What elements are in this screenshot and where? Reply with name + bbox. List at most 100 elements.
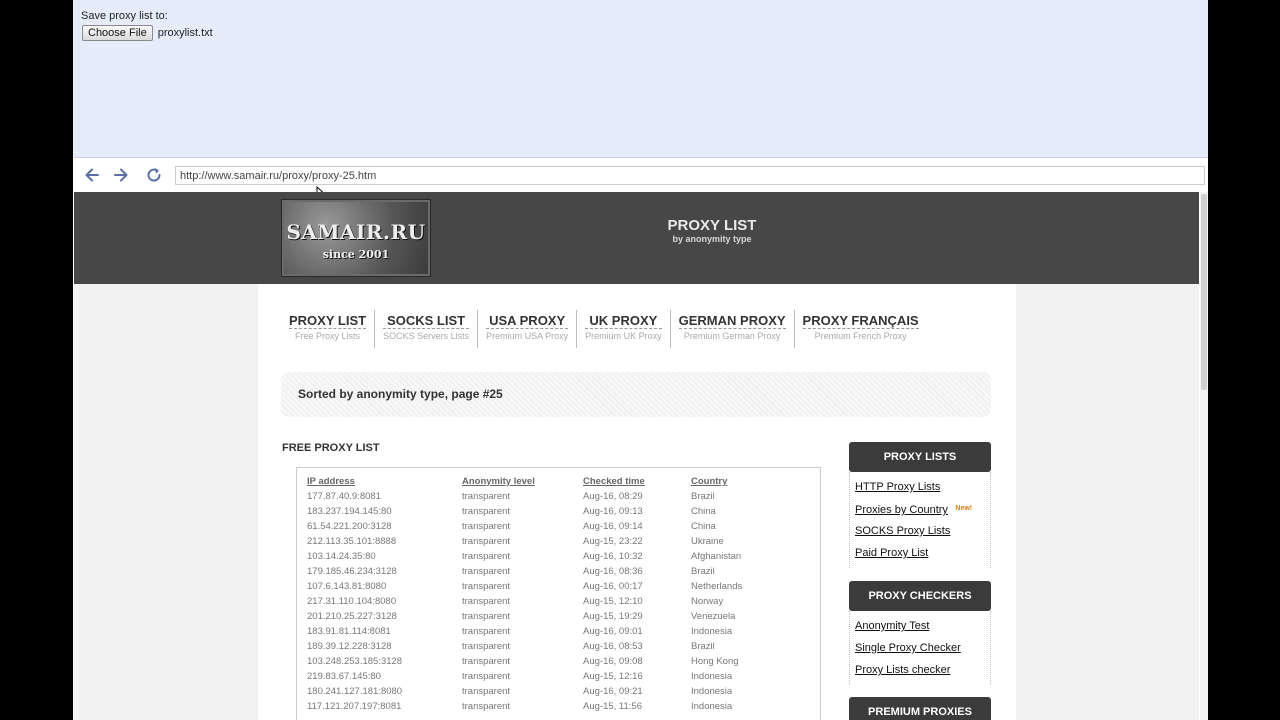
table-row: 183.91.81.114:8081 transparent Aug-16, 09:… bbox=[307, 624, 801, 639]
back-arrow-icon[interactable] bbox=[82, 165, 102, 185]
cell-checked-time: Aug-15, 12:16 bbox=[583, 671, 643, 682]
page-background-right bbox=[1016, 284, 1199, 720]
cell-checked-time: Aug-16, 08:53 bbox=[583, 641, 643, 652]
col-header-country[interactable]: Country bbox=[691, 474, 801, 489]
cell-country: Indonesia bbox=[691, 686, 733, 697]
cell-checked-time: Aug-15, 23:22 bbox=[583, 536, 643, 547]
menu-subtitle: Premium French Proxy bbox=[814, 331, 907, 341]
header-title: PROXY LIST bbox=[667, 217, 757, 234]
table-row: 180.241.127.181:8080 transparent Aug-16, 0… bbox=[307, 684, 801, 699]
menu-item-german-proxy[interactable]: GERMAN PROXY Premium German Proxy bbox=[671, 310, 795, 348]
new-badge: New! bbox=[955, 505, 973, 512]
cell-ip: 183.91.81.114:8081 bbox=[307, 626, 391, 637]
cell-anonymity: transparent bbox=[462, 611, 511, 622]
cell-ip: 177.87.40.9:8081 bbox=[307, 491, 381, 502]
link-proxy-lists-checker[interactable]: Proxy Lists checker bbox=[855, 659, 985, 681]
proxy-table-box: IP address Anonymity level Checked time … bbox=[296, 467, 821, 720]
cell-anonymity: transparent bbox=[462, 551, 511, 562]
table-row: 177.87.40.9:8081 transparent Aug-16, 08:29… bbox=[307, 489, 801, 504]
file-picker: Choose File proxylist.txt bbox=[82, 25, 213, 41]
cell-ip: 219.83.67.145:80 bbox=[307, 671, 381, 682]
cell-ip: 117.121.207.197:8081 bbox=[307, 701, 402, 712]
cell-checked-time: Aug-16, 08:36 bbox=[583, 566, 643, 577]
menu-item-usa-proxy[interactable]: USA PROXY Premium USA Proxy bbox=[478, 310, 578, 348]
menu-item-proxy-francais[interactable]: PROXY FRANÇAIS Premium French Proxy bbox=[795, 310, 927, 348]
cell-ip: 212.113.35.101:8888 bbox=[307, 536, 397, 547]
cell-anonymity: transparent bbox=[462, 581, 511, 592]
menu-title[interactable]: GERMAN PROXY bbox=[678, 310, 786, 329]
proxy-table: IP address Anonymity level Checked time … bbox=[307, 474, 801, 714]
col-header-checked-time[interactable]: Checked time bbox=[583, 474, 691, 489]
cell-ip: 179.185.46.234:3128 bbox=[307, 566, 397, 577]
site-header: SAMAIR.RU since 2001 PROXY LIST by anony… bbox=[74, 192, 1199, 284]
table-row: 212.113.35.101:8888 transparent Aug-15, 23… bbox=[307, 534, 801, 549]
cell-country: Brazil bbox=[691, 641, 715, 652]
cell-checked-time: Aug-16, 10:32 bbox=[583, 551, 643, 562]
sorted-info-text: Sorted by anonymity type, page #25 bbox=[298, 387, 503, 401]
col-header-ip[interactable]: IP address bbox=[307, 474, 462, 489]
cell-anonymity: transparent bbox=[462, 686, 511, 697]
cell-ip: 61.54.221.200:3128 bbox=[307, 521, 392, 532]
upload-panel: Save proxy list to: Choose File proxylis… bbox=[73, 0, 1208, 158]
sidebar-link-list: Anonymity Test Single Proxy Checker Prox… bbox=[849, 611, 991, 685]
table-row: 189.39.12.228:3128 transparent Aug-16, 08:… bbox=[307, 639, 801, 654]
sidebar-heading: PROXY CHECKERS bbox=[849, 581, 991, 611]
reload-icon[interactable] bbox=[144, 165, 164, 185]
cell-anonymity: transparent bbox=[462, 536, 511, 547]
menu-subtitle: SOCKS Servers Lists bbox=[383, 331, 470, 341]
link-single-proxy-checker[interactable]: Single Proxy Checker bbox=[855, 637, 985, 659]
cell-country: Indonesia bbox=[691, 626, 733, 637]
menu-title[interactable]: SOCKS LIST bbox=[383, 310, 470, 329]
link-http-proxy-lists[interactable]: HTTP Proxy Lists bbox=[855, 476, 985, 498]
cell-anonymity: transparent bbox=[462, 701, 511, 712]
table-row: 179.185.46.234:3128 transparent Aug-16, 08… bbox=[307, 564, 801, 579]
samair-logo[interactable]: SAMAIR.RU since 2001 bbox=[281, 199, 431, 277]
link-socks-proxy-lists[interactable]: SOCKS Proxy Lists bbox=[855, 520, 985, 542]
sidebar-heading: PROXY LISTS bbox=[849, 442, 991, 472]
save-proxy-label: Save proxy list to: bbox=[81, 10, 168, 22]
cell-country: Afghanistan bbox=[691, 551, 742, 562]
table-row: 201.210.25.227:3128 transparent Aug-15, 19… bbox=[307, 609, 801, 624]
link-paid-proxy-list[interactable]: Paid Proxy List bbox=[855, 542, 985, 564]
top-menu: PROXY LIST Free Proxy Lists SOCKS LIST S… bbox=[281, 310, 927, 348]
link-anonymity-test[interactable]: Anonymity Test bbox=[855, 615, 985, 637]
cell-ip: 180.241.127.181:8080 bbox=[307, 686, 403, 697]
menu-title[interactable]: USA PROXY bbox=[486, 310, 569, 329]
cell-country: Indonesia bbox=[691, 701, 733, 712]
table-row: 103.248.253.185:3128 transparent Aug-16, 0… bbox=[307, 654, 801, 669]
col-header-anonymity[interactable]: Anonymity level bbox=[462, 474, 583, 489]
cell-checked-time: Aug-15, 12:10 bbox=[583, 596, 643, 607]
cell-anonymity: transparent bbox=[462, 596, 511, 607]
sidebar-proxy-lists: PROXY LISTS HTTP Proxy Lists Proxies by … bbox=[849, 442, 991, 568]
menu-title[interactable]: PROXY FRANÇAIS bbox=[802, 310, 919, 329]
cell-checked-time: Aug-16, 09:14 bbox=[583, 521, 643, 532]
cell-country: Norway bbox=[691, 596, 724, 607]
cell-ip: 103.248.253.185:3128 bbox=[307, 656, 403, 667]
link-proxies-by-country[interactable]: Proxies by Country bbox=[855, 504, 948, 516]
cell-country: China bbox=[691, 506, 716, 517]
menu-subtitle: Premium UK Proxy bbox=[585, 331, 662, 341]
selected-file-name: proxylist.txt bbox=[157, 27, 213, 39]
address-bar[interactable]: http://www.samair.ru/proxy/proxy-25.htm bbox=[175, 166, 1205, 185]
menu-item-uk-proxy[interactable]: UK PROXY Premium UK Proxy bbox=[577, 310, 671, 348]
menu-item-socks-list[interactable]: SOCKS LIST SOCKS Servers Lists bbox=[375, 310, 479, 348]
sidebar-proxy-checkers: PROXY CHECKERS Anonymity Test Single Pro… bbox=[849, 581, 991, 685]
cell-checked-time: Aug-15, 19:29 bbox=[583, 611, 643, 622]
table-row: 61.54.221.200:3128 transparent Aug-16, 09:… bbox=[307, 519, 801, 534]
table-row: 183.237.194.145:80 transparent Aug-16, 09:… bbox=[307, 504, 801, 519]
cell-ip: 103.14.24.35:80 bbox=[307, 551, 376, 562]
forward-arrow-icon[interactable] bbox=[111, 165, 131, 185]
cell-country: Venezuela bbox=[691, 611, 736, 622]
cell-country: Netherlands bbox=[691, 581, 743, 592]
choose-file-button[interactable]: Choose File bbox=[82, 25, 153, 41]
menu-title[interactable]: PROXY LIST bbox=[289, 310, 367, 329]
cell-ip: 107.6.143.81:8080 bbox=[307, 581, 387, 592]
menu-title[interactable]: UK PROXY bbox=[585, 310, 662, 329]
page-scrollbar[interactable] bbox=[1200, 192, 1208, 720]
table-header-row: IP address Anonymity level Checked time … bbox=[307, 474, 801, 489]
scrollbar-thumb[interactable] bbox=[1201, 194, 1207, 390]
menu-item-proxy-list[interactable]: PROXY LIST Free Proxy Lists bbox=[281, 310, 376, 348]
cell-anonymity: transparent bbox=[462, 671, 511, 682]
table-row: 217.31.110.104:8080 transparent Aug-15, 12… bbox=[307, 594, 801, 609]
table-row: 219.83.67.145:80 transparent Aug-15, 12:16… bbox=[307, 669, 801, 684]
